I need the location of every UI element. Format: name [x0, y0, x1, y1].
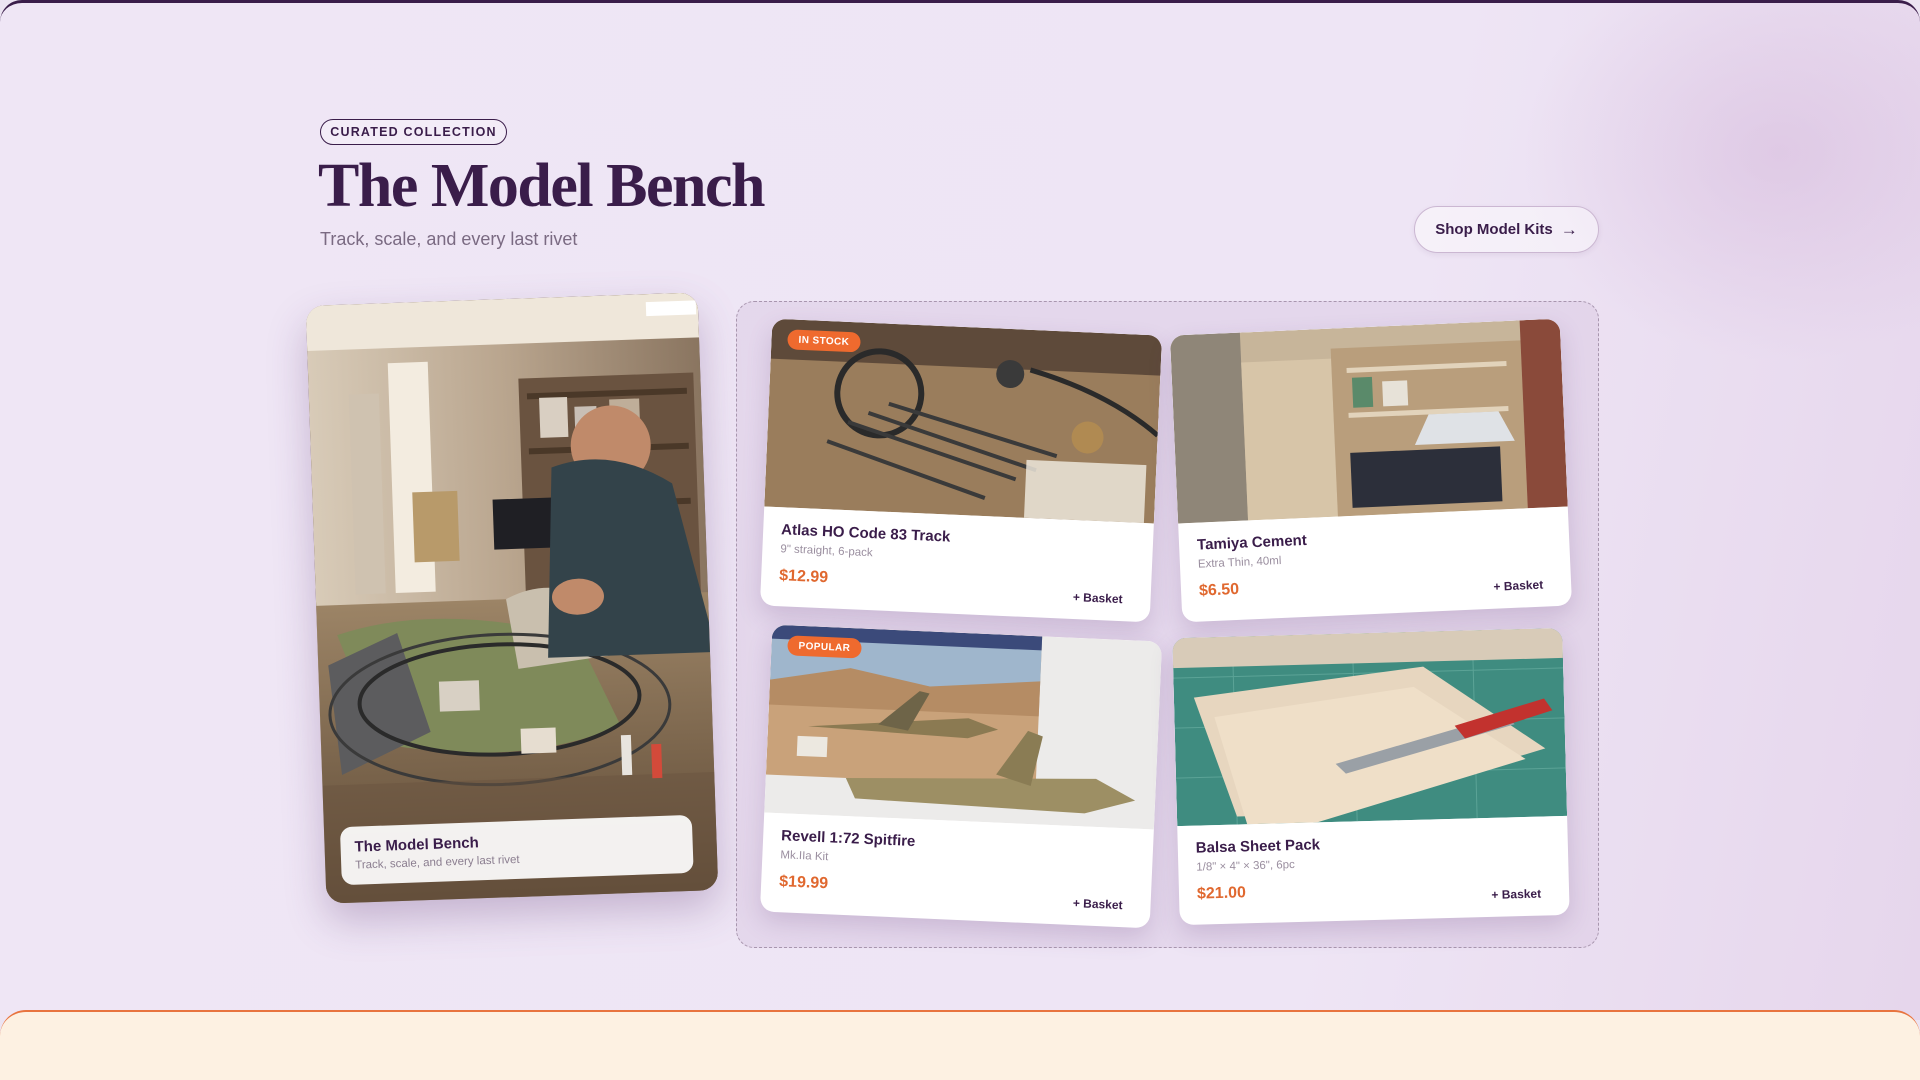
product-image: [1172, 627, 1568, 827]
add-to-basket-button[interactable]: + Basket: [1073, 896, 1123, 912]
hero-caption: The Model Bench Track, scale, and every …: [339, 814, 694, 886]
product-name: Revell 1:72 Spitfire: [780, 827, 916, 851]
product-card-balsa[interactable]: Balsa Sheet Pack 1/8" × 4" × 36", 6pc $2…: [1172, 627, 1570, 926]
product-price: $19.99: [778, 873, 829, 893]
product-desc: 1/8" × 4" × 36", 6pc: [1196, 859, 1296, 874]
product-image: [1169, 318, 1568, 524]
product-price: $6.50: [1198, 580, 1240, 600]
product-name: Atlas HO Code 83 Track: [780, 521, 951, 546]
product-desc: 9" straight, 6-pack: [780, 543, 873, 560]
page-title: The Model Bench: [318, 152, 765, 220]
product-price: $12.99: [778, 567, 829, 587]
product-price: $21.00: [1196, 884, 1247, 903]
product-card-cement[interactable]: Tamiya Cement Extra Thin, 40ml $6.50 + B…: [1169, 318, 1573, 623]
product-desc: Mk.IIa Kit: [780, 849, 829, 864]
status-badge: IN STOCK: [787, 329, 861, 353]
product-card-spitfire[interactable]: POPULAR Revell 1:72 Spitfire Mk.IIa Kit …: [759, 624, 1163, 929]
status-badge: POPULAR: [787, 635, 862, 659]
arrow-right-icon: →: [1560, 219, 1578, 239]
shop-button-label: Shop Model Kits: [1435, 221, 1553, 238]
page-frame: CURATED COLLECTION The Model Bench Track…: [0, 0, 1920, 1020]
workshop-photo: [305, 292, 719, 904]
add-to-basket-button[interactable]: + Basket: [1491, 887, 1541, 902]
shop-model-kits-button[interactable]: Shop Model Kits →: [1414, 206, 1599, 253]
product-desc: Extra Thin, 40ml: [1197, 555, 1282, 571]
page-subtitle: Track, scale, and every last rivet: [320, 229, 578, 249]
add-to-basket-button[interactable]: + Basket: [1493, 578, 1543, 594]
hero-card[interactable]: The Model Bench Track, scale, and every …: [305, 292, 719, 904]
product-name: Balsa Sheet Pack: [1195, 836, 1321, 857]
next-section-band: [0, 1010, 1920, 1080]
add-to-basket-button[interactable]: + Basket: [1073, 590, 1123, 606]
product-card-track[interactable]: IN STOCK Atlas HO Code 83 Track 9" strai…: [759, 318, 1163, 623]
collection-pill: CURATED COLLECTION: [320, 119, 507, 145]
product-name: Tamiya Cement: [1196, 531, 1308, 554]
